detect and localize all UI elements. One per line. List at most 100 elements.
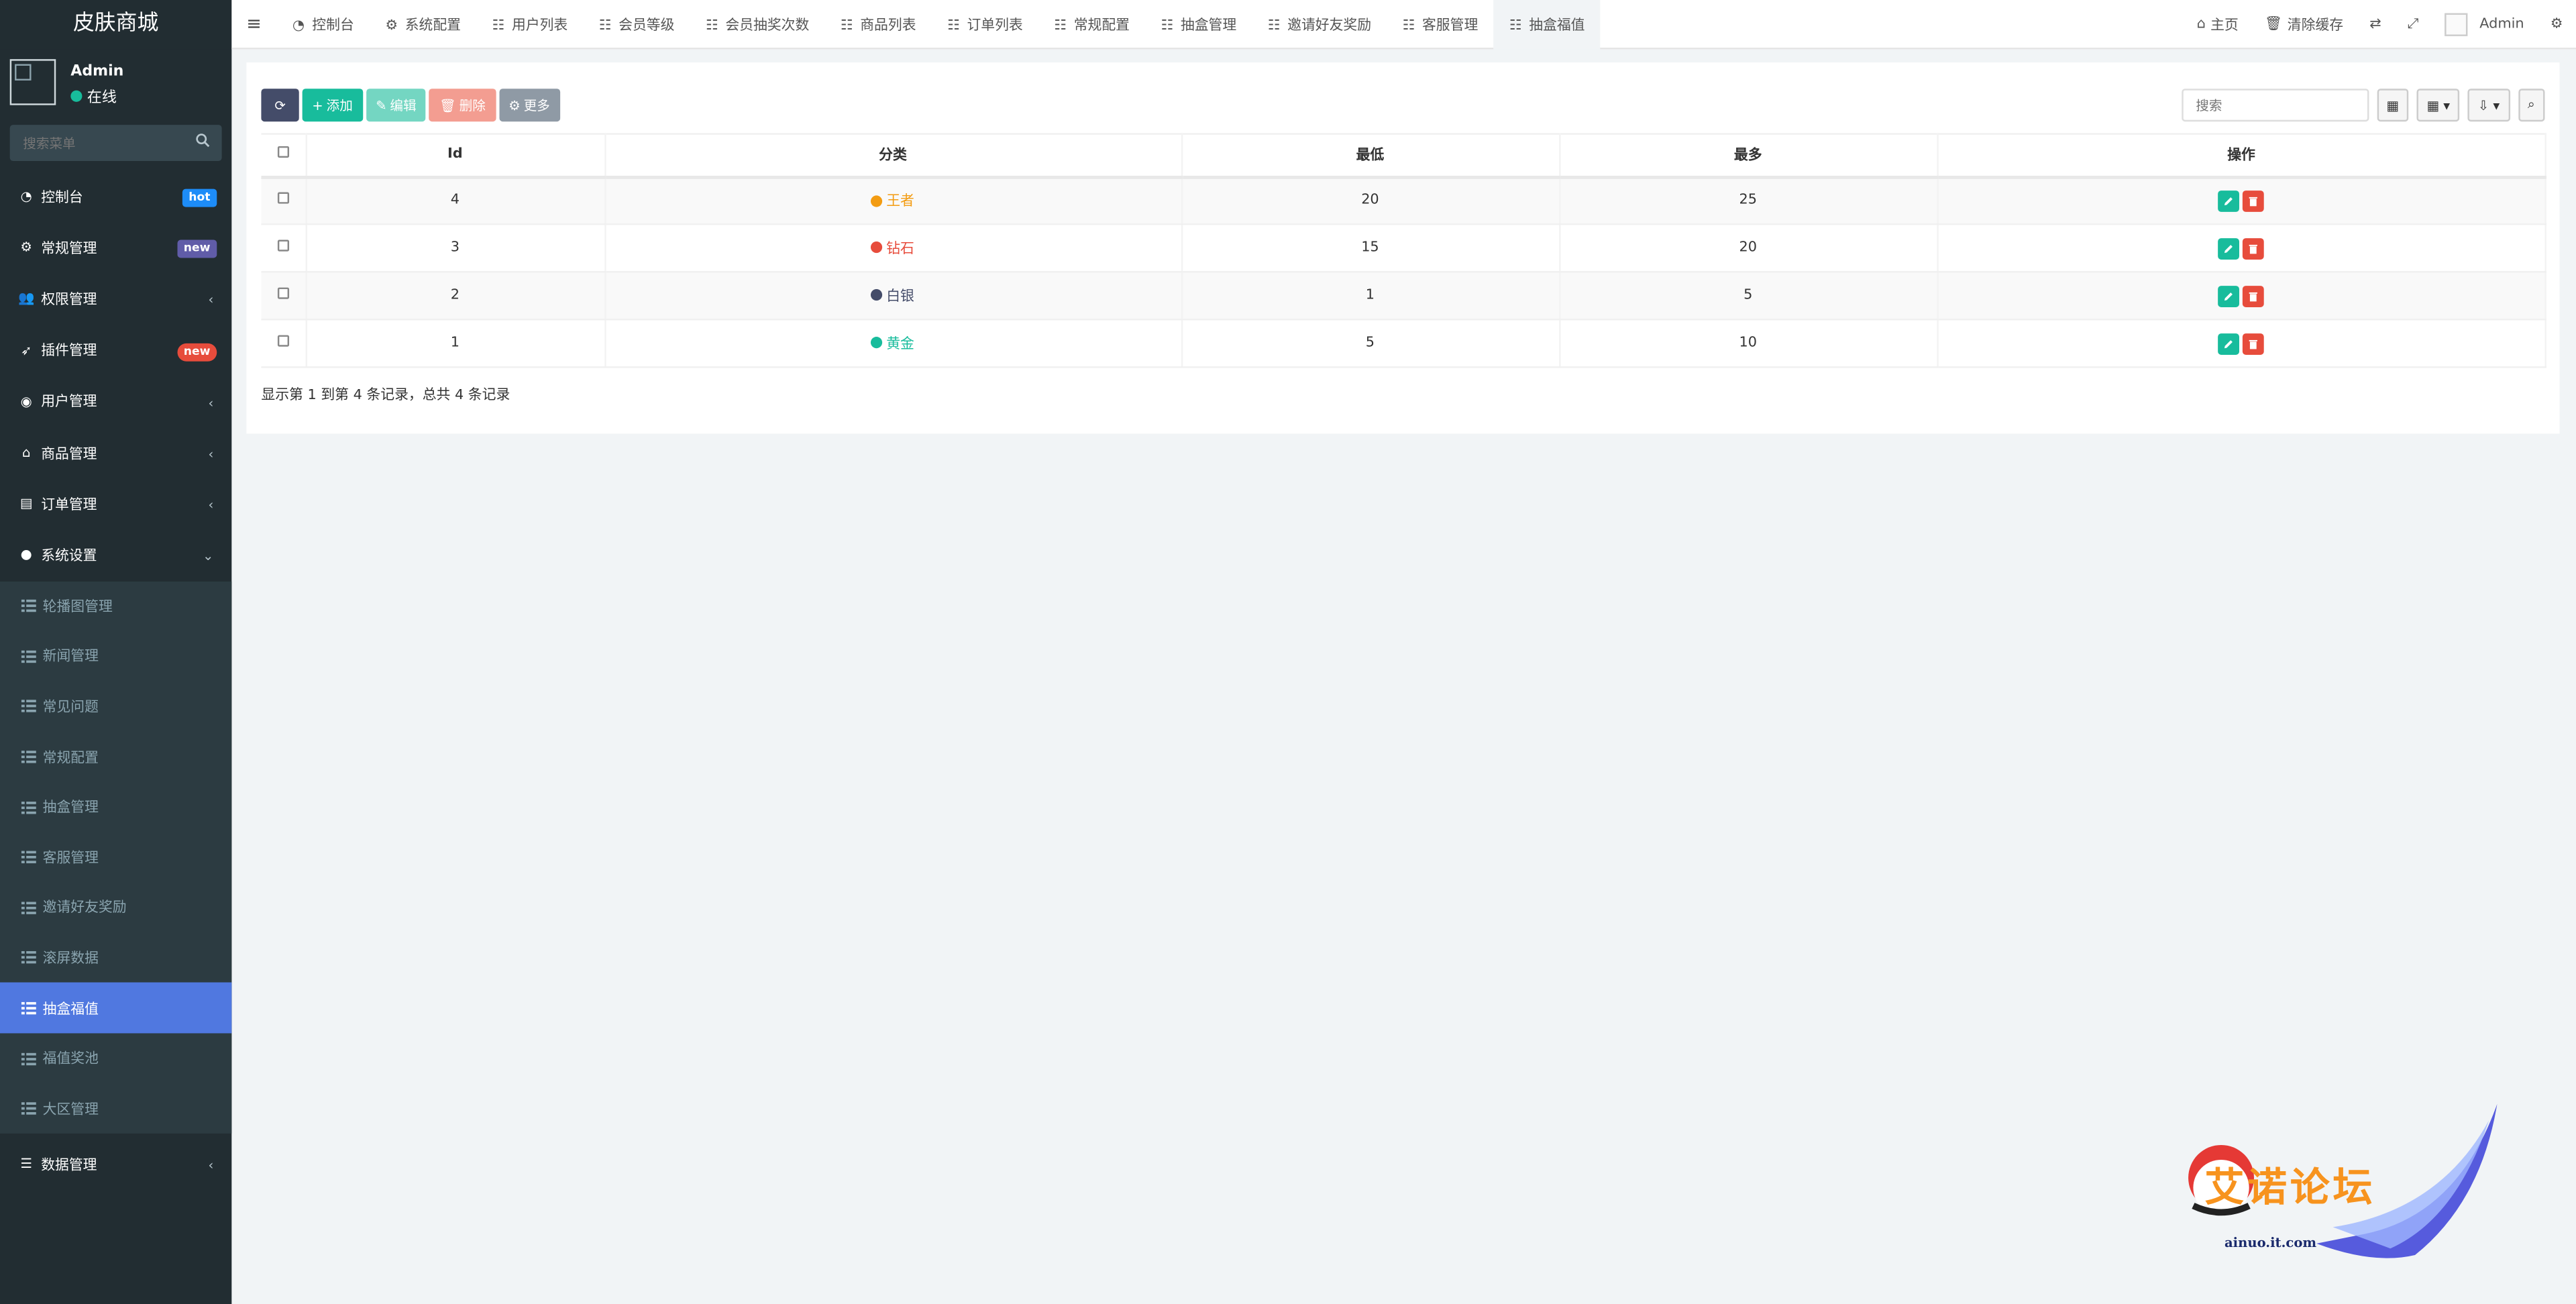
search-icon[interactable] <box>195 133 210 148</box>
sidebar-item-system[interactable]: ● 系统设置 ⌄ <box>0 529 231 580</box>
delete-button[interactable]: 🗑 删除 <box>429 89 496 122</box>
cell-min: 15 <box>1181 224 1560 273</box>
delete-row-button[interactable] <box>2243 284 2265 307</box>
tab-customer-service[interactable]: ☷ 客服管理 <box>1386 0 1493 48</box>
row-checkbox[interactable] <box>277 287 289 299</box>
dashboard-icon: ◔ <box>292 17 305 34</box>
submenu-label: 常规配置 <box>42 750 99 767</box>
add-button[interactable]: + 添加 <box>302 89 363 122</box>
chevron-down-icon: ⌄ <box>202 549 214 564</box>
tab-dashboard[interactable]: ◔ 控制台 <box>276 0 368 48</box>
list-icon: ☷ <box>1267 17 1281 34</box>
admin-menu[interactable]: Admin <box>2432 13 2537 36</box>
refresh-button[interactable]: ⟳ <box>261 89 299 122</box>
app-logo[interactable]: 皮肤商城 <box>0 0 232 50</box>
delete-label: 删除 <box>459 97 486 113</box>
tab-order-list[interactable]: ☷ 订单列表 <box>931 0 1038 48</box>
sidebar-item-dashboard[interactable]: ◔ 控制台 hot <box>0 171 231 222</box>
tab-user-list[interactable]: ☷ 用户列表 <box>476 0 582 48</box>
content-panel: ⟳ +添加 ✎编辑 🗑删除 ⚙更多 ▦ ▦ ▾ ⇩ ▾ ⌕ Id 分类 最低 最… <box>246 62 2560 434</box>
row-checkbox[interactable] <box>277 239 289 252</box>
clear-cache-button[interactable]: 🗑 清除缓存 <box>2251 15 2356 34</box>
table-row[interactable]: 1 黄金 5 10 <box>261 319 2546 368</box>
cell-max: 25 <box>1559 176 1938 225</box>
delete-row-button[interactable] <box>2243 237 2265 259</box>
advanced-search-button[interactable]: ⌕ <box>2518 89 2545 122</box>
tab-general-config[interactable]: ☷ 常规配置 <box>1038 0 1144 48</box>
edit-row-button[interactable] <box>2218 190 2240 212</box>
submenu-item-box-value[interactable]: 抽盒福值 <box>0 983 232 1034</box>
submenu-item-service[interactable]: 客服管理 <box>0 832 231 882</box>
submenu-item-config[interactable]: 常规配置 <box>0 731 231 781</box>
table-row[interactable]: 2 白银 1 5 <box>261 272 2546 321</box>
submenu-item-box[interactable]: 抽盒管理 <box>0 781 231 832</box>
sidebar-item-data[interactable]: ☰ 数据管理 ‹ <box>0 1138 231 1189</box>
submenu-item-region[interactable]: 大区管理 <box>0 1083 231 1134</box>
tab-system-config[interactable]: ⚙ 系统配置 <box>369 0 476 48</box>
list-icon <box>21 600 36 612</box>
edit-row-button[interactable] <box>2218 332 2240 354</box>
user-name: Admin <box>70 64 124 81</box>
tab-box-management[interactable]: ☷ 抽盒管理 <box>1144 0 1251 48</box>
delete-row-button[interactable] <box>2243 190 2265 212</box>
sidebar-item-users[interactable]: ◉ 用户管理 ‹ <box>0 376 231 427</box>
edit-label: 编辑 <box>390 97 417 113</box>
sidebar-item-label: 系统设置 <box>41 548 97 565</box>
home-link[interactable]: ⌂ 主页 <box>2184 15 2251 34</box>
sidebar-item-orders[interactable]: ▤ 订单管理 ‹ <box>0 478 231 529</box>
export-button[interactable]: ⇩ ▾ <box>2468 89 2510 122</box>
columns-icon: ▦ ▾ <box>2426 97 2451 113</box>
sidebar-item-label: 权限管理 <box>41 292 97 309</box>
settings-button[interactable]: ⚙ <box>2537 16 2576 32</box>
tab-invite-reward[interactable]: ☷ 邀请好友奖励 <box>1251 0 1386 48</box>
sidebar-item-plugins[interactable]: ➶ 插件管理 new <box>0 325 231 376</box>
edit-row-button[interactable] <box>2218 237 2240 259</box>
edit-row-button[interactable] <box>2218 284 2240 307</box>
submenu-item-invite[interactable]: 邀请好友奖励 <box>0 882 231 932</box>
submenu-item-value-pool[interactable]: 福值奖池 <box>0 1033 231 1083</box>
submenu-item-carousel[interactable]: 轮播图管理 <box>0 581 231 631</box>
header-id[interactable]: Id <box>305 133 606 178</box>
submenu-item-faq[interactable]: 常见问题 <box>0 682 231 732</box>
chevron-left-icon: ‹ <box>208 498 214 513</box>
tab-member-draws[interactable]: ☷ 会员抽奖次数 <box>690 0 824 48</box>
submenu-item-news[interactable]: 新闻管理 <box>0 631 231 682</box>
tab-label: 邀请好友奖励 <box>1287 17 1372 34</box>
header-category[interactable]: 分类 <box>604 133 1183 178</box>
columns-button[interactable]: ▦ ▾ <box>2416 89 2460 122</box>
home-icon: ⌂ <box>2196 16 2206 33</box>
list-icon <box>21 751 36 763</box>
sidebar-item-permissions[interactable]: 👥 权限管理 ‹ <box>0 273 231 324</box>
select-all-checkbox[interactable] <box>277 146 289 158</box>
submenu-label: 滚屏数据 <box>42 950 99 968</box>
header-min[interactable]: 最低 <box>1181 133 1560 178</box>
delete-row-button[interactable] <box>2243 332 2265 354</box>
toolbar-right: ▦ ▦ ▾ ⇩ ▾ ⌕ <box>2181 89 2545 122</box>
fullscreen-button[interactable]: ⤢ <box>2394 16 2432 32</box>
tab-product-list[interactable]: ☷ 商品列表 <box>824 0 930 48</box>
pencil-icon <box>2224 291 2233 300</box>
submenu-item-scroll[interactable]: 滚屏数据 <box>0 932 231 983</box>
table-row[interactable]: 4 王者 20 25 <box>261 176 2546 225</box>
tab-member-level[interactable]: ☷ 会员等级 <box>582 0 689 48</box>
toggle-view-button[interactable]: ▦ <box>2376 89 2409 122</box>
cell-ops <box>1937 224 2546 273</box>
tab-box-value[interactable]: ☷ 抽盒福值 <box>1493 0 1600 49</box>
fullscreen-icon: ⤢ <box>2407 16 2419 33</box>
trash-icon <box>2249 197 2258 206</box>
sidebar-item-general[interactable]: ⚙ 常规管理 new <box>0 222 231 273</box>
trash-icon: 🗑 <box>439 97 456 113</box>
submenu-label: 福值奖池 <box>42 1051 99 1069</box>
hamburger-icon[interactable]: ≡ <box>231 13 276 35</box>
language-button[interactable]: ⇄ <box>2357 16 2395 32</box>
edit-button[interactable]: ✎ 编辑 <box>366 89 427 122</box>
row-checkbox[interactable] <box>277 193 289 205</box>
more-button[interactable]: ⚙ 更多 <box>498 89 560 122</box>
table-row[interactable]: 3 钻石 15 20 <box>261 224 2546 273</box>
header-max[interactable]: 最多 <box>1559 133 1938 178</box>
row-checkbox[interactable] <box>277 335 289 347</box>
table-search-input[interactable] <box>2181 89 2369 122</box>
sidebar-item-products[interactable]: ⌂ 商品管理 ‹ <box>0 427 231 478</box>
cell-category: 钻石 <box>604 224 1183 273</box>
menu-search-input[interactable] <box>9 135 191 151</box>
